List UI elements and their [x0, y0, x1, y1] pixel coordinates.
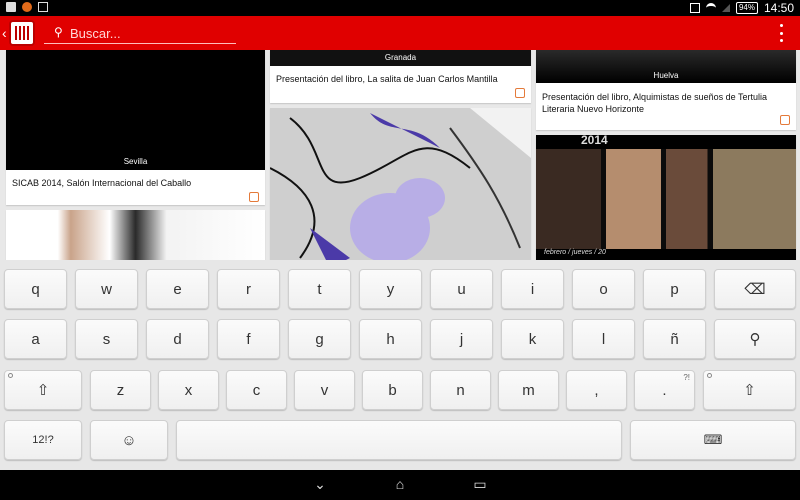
key-s[interactable]: s: [75, 319, 138, 359]
event-location: Granada: [384, 53, 417, 62]
event-card-granada[interactable]: Granada Presentación del libro, La salit…: [270, 50, 531, 103]
event-title: SICAB 2014, Salón Internacional del Caba…: [12, 178, 192, 188]
key-b[interactable]: b: [362, 370, 423, 410]
back-icon[interactable]: ⌄: [310, 476, 330, 493]
key-e[interactable]: e: [146, 269, 209, 309]
event-card-artwork[interactable]: [270, 108, 531, 260]
on-screen-keyboard: q w e r t y u i o p ⌫ a s d f g h j k l …: [0, 260, 800, 470]
poster-year: 2014: [581, 133, 608, 147]
key-p[interactable]: p: [643, 269, 706, 309]
key-d[interactable]: d: [146, 319, 209, 359]
emoji-key[interactable]: ☺: [90, 420, 168, 460]
key-n-tilde[interactable]: ñ: [643, 319, 706, 359]
key-r[interactable]: r: [217, 269, 280, 309]
space-key[interactable]: [176, 420, 622, 460]
key-q[interactable]: q: [4, 269, 67, 309]
event-card-sevilla[interactable]: Sevilla SICAB 2014, Salón Internacional …: [6, 50, 265, 205]
status-left: [6, 2, 48, 12]
cast-icon: [689, 3, 700, 13]
event-title: Presentación del libro, Alquimistas de s…: [542, 92, 767, 114]
notification-icon: [22, 2, 32, 12]
shift-key-left[interactable]: ⇧: [4, 370, 82, 410]
key-k[interactable]: k: [501, 319, 564, 359]
overflow-menu-icon[interactable]: [780, 24, 784, 42]
shift-key-right[interactable]: ⇧: [703, 370, 796, 410]
event-image: [6, 210, 265, 260]
battery-indicator: 94%: [735, 2, 758, 14]
key-comma[interactable]: ,: [566, 370, 627, 410]
event-card-flamenco[interactable]: 2014 febrero / jueves / 20: [536, 133, 796, 260]
event-category-icon: [249, 192, 259, 202]
wifi-icon: [705, 3, 716, 13]
search-icon: ⚲: [54, 25, 63, 39]
event-location: Huelva: [653, 71, 679, 80]
event-card-huelva[interactable]: Huelva Presentación del libro, Alquimist…: [536, 50, 796, 130]
signal-icon: [721, 4, 730, 12]
recents-icon[interactable]: ▭: [470, 476, 490, 493]
action-bar: ‹ ⚲: [0, 16, 800, 50]
shift-indicator: [707, 373, 712, 378]
backspace-key[interactable]: ⌫: [714, 269, 796, 309]
symbols-key[interactable]: 12!?: [4, 420, 82, 460]
key-z[interactable]: z: [90, 370, 151, 410]
navigation-bar: ⌄ ⌂ ▭: [0, 470, 800, 500]
key-i[interactable]: i: [501, 269, 564, 309]
event-title: Presentación del libro, La salita de Jua…: [276, 74, 498, 84]
key-y[interactable]: y: [359, 269, 422, 309]
event-location: Sevilla: [123, 157, 148, 166]
key-t[interactable]: t: [288, 269, 351, 309]
key-n[interactable]: n: [430, 370, 491, 410]
clock: 14:50: [763, 1, 794, 15]
key-u[interactable]: u: [430, 269, 493, 309]
key-c[interactable]: c: [226, 370, 287, 410]
event-category-icon: [780, 115, 790, 125]
key-period-label: .: [662, 381, 667, 399]
image-icon: [6, 2, 16, 12]
event-card-show[interactable]: [6, 210, 265, 260]
download-icon: [38, 2, 48, 12]
key-period[interactable]: . ?!: [634, 370, 695, 410]
key-f[interactable]: f: [217, 319, 280, 359]
search-input[interactable]: [70, 24, 230, 42]
search-icon: ⚲: [749, 331, 761, 348]
status-right: 94% 14:50: [689, 1, 794, 15]
key-h[interactable]: h: [359, 319, 422, 359]
emoji-icon: ☺: [121, 431, 137, 449]
event-image: [270, 108, 531, 260]
key-o[interactable]: o: [572, 269, 635, 309]
event-image: [6, 50, 265, 170]
key-period-hint: ?!: [683, 373, 690, 382]
key-m[interactable]: m: [498, 370, 559, 410]
home-icon[interactable]: ⌂: [390, 476, 410, 492]
key-j[interactable]: j: [430, 319, 493, 359]
hide-keyboard-key[interactable]: ⌨: [630, 420, 796, 460]
shift-indicator: [8, 373, 13, 378]
shift-icon: ⇧: [743, 382, 756, 399]
event-grid: Sevilla SICAB 2014, Salón Internacional …: [0, 50, 800, 260]
chevron-left-icon[interactable]: ‹: [2, 25, 7, 41]
key-w[interactable]: w: [75, 269, 138, 309]
backspace-icon: ⌫: [744, 281, 766, 298]
calendar-icon[interactable]: [9, 20, 35, 46]
keyboard-icon: ⌨: [703, 432, 723, 447]
key-l[interactable]: l: [572, 319, 635, 359]
search-box[interactable]: ⚲: [44, 22, 236, 44]
status-bar: 94% 14:50: [0, 0, 800, 16]
key-a[interactable]: a: [4, 319, 67, 359]
search-enter-key[interactable]: ⚲: [714, 319, 796, 359]
shift-icon: ⇧: [36, 382, 50, 399]
event-category-icon: [515, 88, 525, 98]
poster-collage: [536, 149, 796, 249]
key-v[interactable]: v: [294, 370, 355, 410]
key-x[interactable]: x: [158, 370, 219, 410]
key-g[interactable]: g: [288, 319, 351, 359]
poster-footer: febrero / jueves / 20: [544, 249, 606, 256]
